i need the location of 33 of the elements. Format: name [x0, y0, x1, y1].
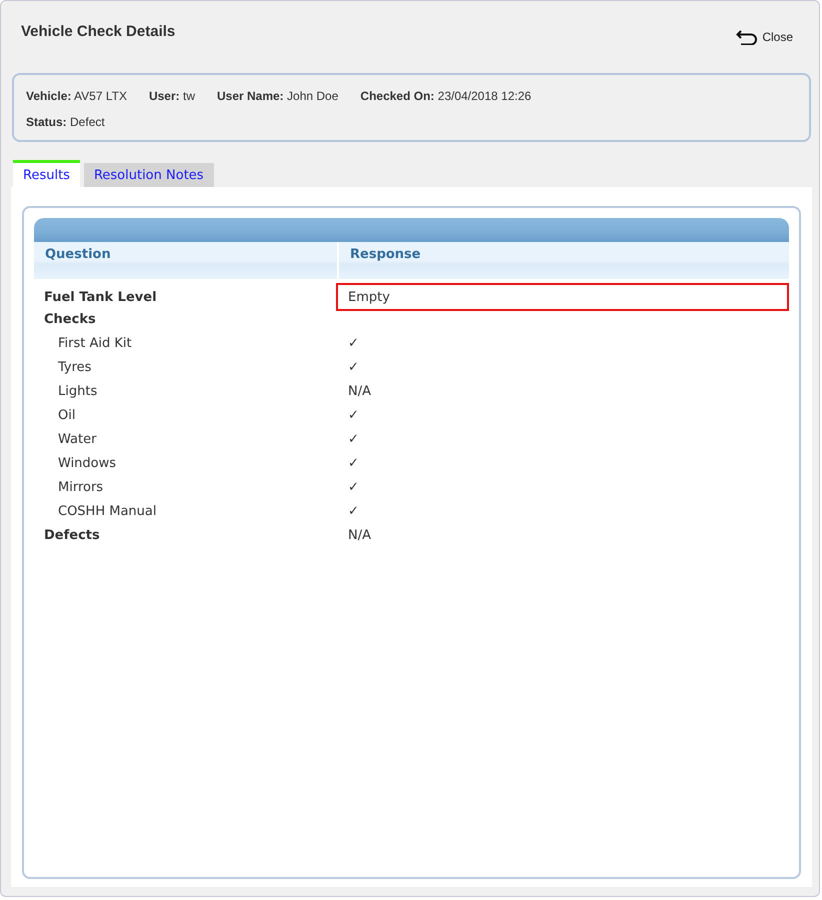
question-cell-text: Tyres	[57, 360, 92, 374]
info-field: Checked On: 23/04/2018 12:26	[360, 89, 532, 103]
close-button[interactable]: Close	[736, 29, 793, 45]
response-cell-text: ✓	[347, 502, 360, 520]
tab[interactable]: Resolution Notes	[84, 163, 214, 187]
undo-arrow-icon	[736, 29, 758, 45]
question-cell-text: Water	[57, 432, 98, 446]
question-cell-text: Lights	[57, 384, 98, 398]
question-cell-text: Checks	[43, 312, 97, 326]
question-cell-text: Oil	[57, 408, 76, 422]
info-field: User Name: John Doe	[216, 89, 338, 103]
response-cell-text: ✓	[347, 406, 360, 424]
response-cell-text: N/A	[347, 526, 372, 544]
response-cell-text: ✓	[347, 454, 360, 472]
column-header: Response	[339, 242, 789, 279]
tab[interactable]: Results	[13, 160, 80, 187]
response-cell-text: ✓	[347, 430, 360, 448]
question-cell-text: Defects	[43, 528, 101, 542]
column-header: Question	[34, 242, 337, 279]
response-cell-text: N/A	[347, 382, 372, 400]
info-field: Status: Defect	[26, 115, 105, 129]
info-field: User: tw	[148, 89, 195, 103]
question-cell-text: Mirrors	[57, 480, 104, 494]
response-cell-text: ✓	[347, 358, 360, 376]
response-cell-text: ✓	[347, 478, 360, 496]
question-cell-text: COSHH Manual	[57, 504, 158, 518]
flagged-response-cell: Empty	[336, 283, 789, 311]
question-cell-text: Fuel Tank Level	[43, 290, 158, 304]
response-cell-text: ✓	[347, 334, 360, 352]
question-cell-text: Windows	[57, 456, 118, 470]
info-field: Vehicle: AV57 LTX	[26, 89, 127, 103]
dialog-title: Vehicle Check Details	[21, 23, 176, 40]
question-cell-text: First Aid Kit	[57, 336, 133, 350]
